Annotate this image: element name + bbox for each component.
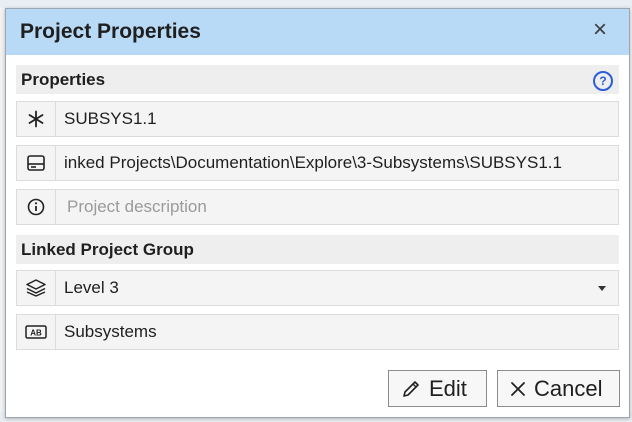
linked-group-section-label: Linked Project Group [21, 240, 194, 259]
pencil-icon [401, 379, 421, 399]
layers-icon [17, 271, 56, 305]
dialog-titlebar: Project Properties × [6, 9, 629, 55]
properties-section-header: Properties ? [16, 65, 619, 94]
project-description-field[interactable]: Project description [16, 189, 619, 225]
description-placeholder: Project description [67, 197, 207, 216]
background-window [0, 0, 632, 8]
drive-icon [17, 146, 56, 180]
close-icon[interactable]: × [587, 17, 613, 43]
level-value: Level 3 [64, 278, 119, 297]
group-name-value: Subsystems [64, 322, 157, 341]
svg-text:AB: AB [30, 329, 42, 338]
properties-section-label: Properties [21, 70, 106, 89]
help-icon[interactable]: ? [593, 71, 613, 91]
dialog-title: Project Properties [20, 20, 201, 43]
asterisk-icon [17, 102, 56, 136]
info-icon [17, 190, 56, 224]
project-name-field[interactable]: SUBSYS1.1 [16, 101, 619, 137]
project-path-value: inked Projects\Documentation\Explore\3-S… [64, 153, 562, 172]
chevron-down-icon[interactable] [598, 286, 606, 291]
edit-button-label: Edit [429, 375, 467, 401]
edit-button[interactable]: Edit [388, 370, 487, 407]
cancel-button-label: Cancel [534, 375, 603, 401]
project-properties-dialog: Project Properties × Properties ? SUBSYS… [5, 8, 630, 418]
text-label-icon: AB [17, 315, 56, 349]
project-path-field[interactable]: inked Projects\Documentation\Explore\3-S… [16, 145, 619, 181]
x-icon [510, 381, 526, 397]
project-name-value: SUBSYS1.1 [64, 109, 157, 128]
linked-group-section-header: Linked Project Group [16, 235, 619, 264]
cancel-button[interactable]: Cancel [497, 370, 620, 407]
level-select[interactable]: Level 3 [16, 270, 619, 306]
group-name-field[interactable]: AB Subsystems [16, 314, 619, 350]
